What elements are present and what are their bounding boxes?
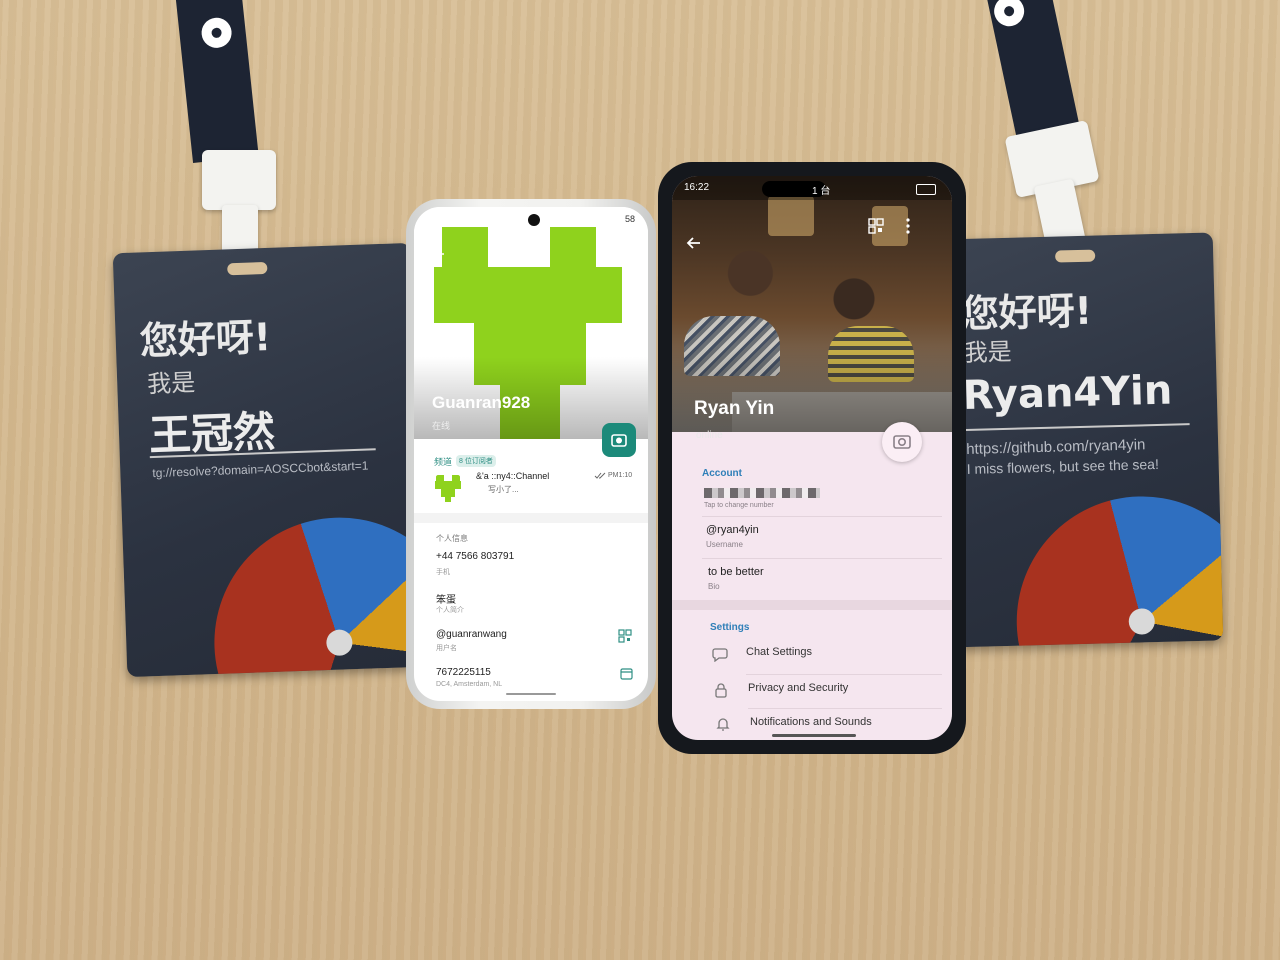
username-text: @ryan4yin [706,524,759,536]
more-menu-icon[interactable] [906,218,910,234]
qr-code-icon[interactable] [618,629,632,643]
badge-intro: 我是 [963,337,1013,368]
back-arrow-icon[interactable] [432,247,446,261]
badge-name: Ryan4Yin [962,367,1173,420]
phone-number-row[interactable]: Tap to change number [672,484,952,514]
badge-slot [1055,249,1096,263]
phone-right-screen: 16:22 1 台 Ryan Yin online Account Tap to… [672,176,952,740]
username-caption: 用户名 [436,645,457,652]
phone-caption: Tap to change number [704,502,774,509]
camera-icon [611,434,627,447]
subscriber-badge: 8 位订阅者 [456,455,496,467]
calendar-icon[interactable] [620,667,633,680]
status-time: 16:22 [684,182,710,193]
channel-name: &'a ::ny4::Channel [476,471,550,481]
profile-name: Guanran928 [432,393,531,412]
bell-icon [716,716,730,732]
lock-icon [714,682,728,698]
name-badge-right: 您好呀! 我是 Ryan4Yin https://github.com/ryan… [936,232,1224,648]
dc-caption: DC4, Amsterdam, NL [436,681,503,688]
status-center: 1 台 [812,186,831,197]
bio-text: 笨蛋 [436,595,456,606]
badge-greeting: 您好呀! [139,314,272,364]
badge-graphic [210,513,426,678]
profile-name: Ryan Yin [694,398,775,419]
qr-code-icon[interactable] [868,218,884,234]
row-divider [702,516,942,517]
front-camera [528,214,540,226]
badge-divider [965,423,1190,431]
home-indicator [772,734,856,737]
username-row[interactable]: @ryan4yin Username [672,518,952,556]
edit-pencil-icon[interactable] [594,245,608,259]
set-photo-button[interactable] [602,423,636,457]
channel-time: PM1:10 [608,472,633,479]
badge-link: https://github.com/ryan4yin [965,436,1146,458]
settings-item-chat[interactable]: Chat Settings [672,638,952,672]
channel-preview: 写小了... [488,485,519,494]
info-header: 个人信息 [436,534,468,543]
phone-left-screen: 4:23 58 Guanran928 在线 频道 8 位订阅者 &'a ::ny… [414,207,648,701]
status-time: 4:23 [428,214,446,224]
phone-number-redacted [704,488,820,498]
settings-item-label: Notifications and Sounds [750,716,872,728]
settings-item-label: Chat Settings [746,646,813,658]
channel-row[interactable]: &'a ::ny4::Channel 写小了... PM1:10 [414,467,648,511]
lanyard-logo-icon [200,16,234,50]
read-checkmarks-icon [594,472,606,480]
badge-greeting: 您好呀! [960,288,1093,337]
camera-icon [893,435,911,449]
account-header: Account [702,468,742,479]
bio-row[interactable]: to be better Bio [672,560,952,598]
back-arrow-icon[interactable] [686,236,702,250]
row-divider [702,558,942,559]
username-row[interactable]: @guanranwang 用户名 [414,625,648,655]
chat-bubble-icon [712,646,728,662]
bio-caption: Bio [708,582,720,591]
profile-presence: online [696,430,723,441]
username-text: @guanranwang [436,629,507,640]
phone-left: 4:23 58 Guanran928 在线 频道 8 位订阅者 &'a ::ny… [406,199,656,709]
phone-caption: 手机 [436,569,450,576]
bio-text: to be better [708,566,764,578]
badge-slot [227,261,268,276]
more-menu-icon[interactable] [626,245,630,259]
phone-right: 16:22 1 台 Ryan Yin online Account Tap to… [658,162,966,754]
badge-intro: 我是 [146,368,196,399]
home-indicator [506,693,556,695]
profile-presence: 在线 [432,421,451,431]
settings-header: Settings [710,622,750,633]
profile-photo [672,176,952,432]
bio-caption: 个人简介 [436,607,464,614]
user-id-row[interactable]: 7672225115 DC4, Amsterdam, NL [414,663,648,693]
phone-number-row[interactable]: +44 7566 803791 手机 [414,547,648,577]
user-id: 7672225115 [436,667,491,678]
badge-graphic [1013,493,1224,648]
bio-row[interactable]: 笨蛋 个人简介 [414,587,648,617]
phone-number: +44 7566 803791 [436,551,515,562]
name-badge-left: 您好呀! 我是 王冠然 tg://resolve?domain=AOSCCbot… [112,242,426,678]
username-caption: Username [706,540,743,549]
channel-avatar [432,471,464,503]
lanyard-strap-left [175,0,259,163]
badge-motto: I miss flowers, but see the sea! [966,455,1160,477]
settings-item-privacy[interactable]: Privacy and Security [672,674,952,708]
battery-level: 58 [622,214,639,224]
lanyard-clip-left [202,150,276,210]
lanyard-logo-icon [991,0,1027,29]
set-photo-button[interactable] [882,422,922,462]
battery-icon [916,184,936,195]
settings-item-label: Privacy and Security [748,682,849,694]
